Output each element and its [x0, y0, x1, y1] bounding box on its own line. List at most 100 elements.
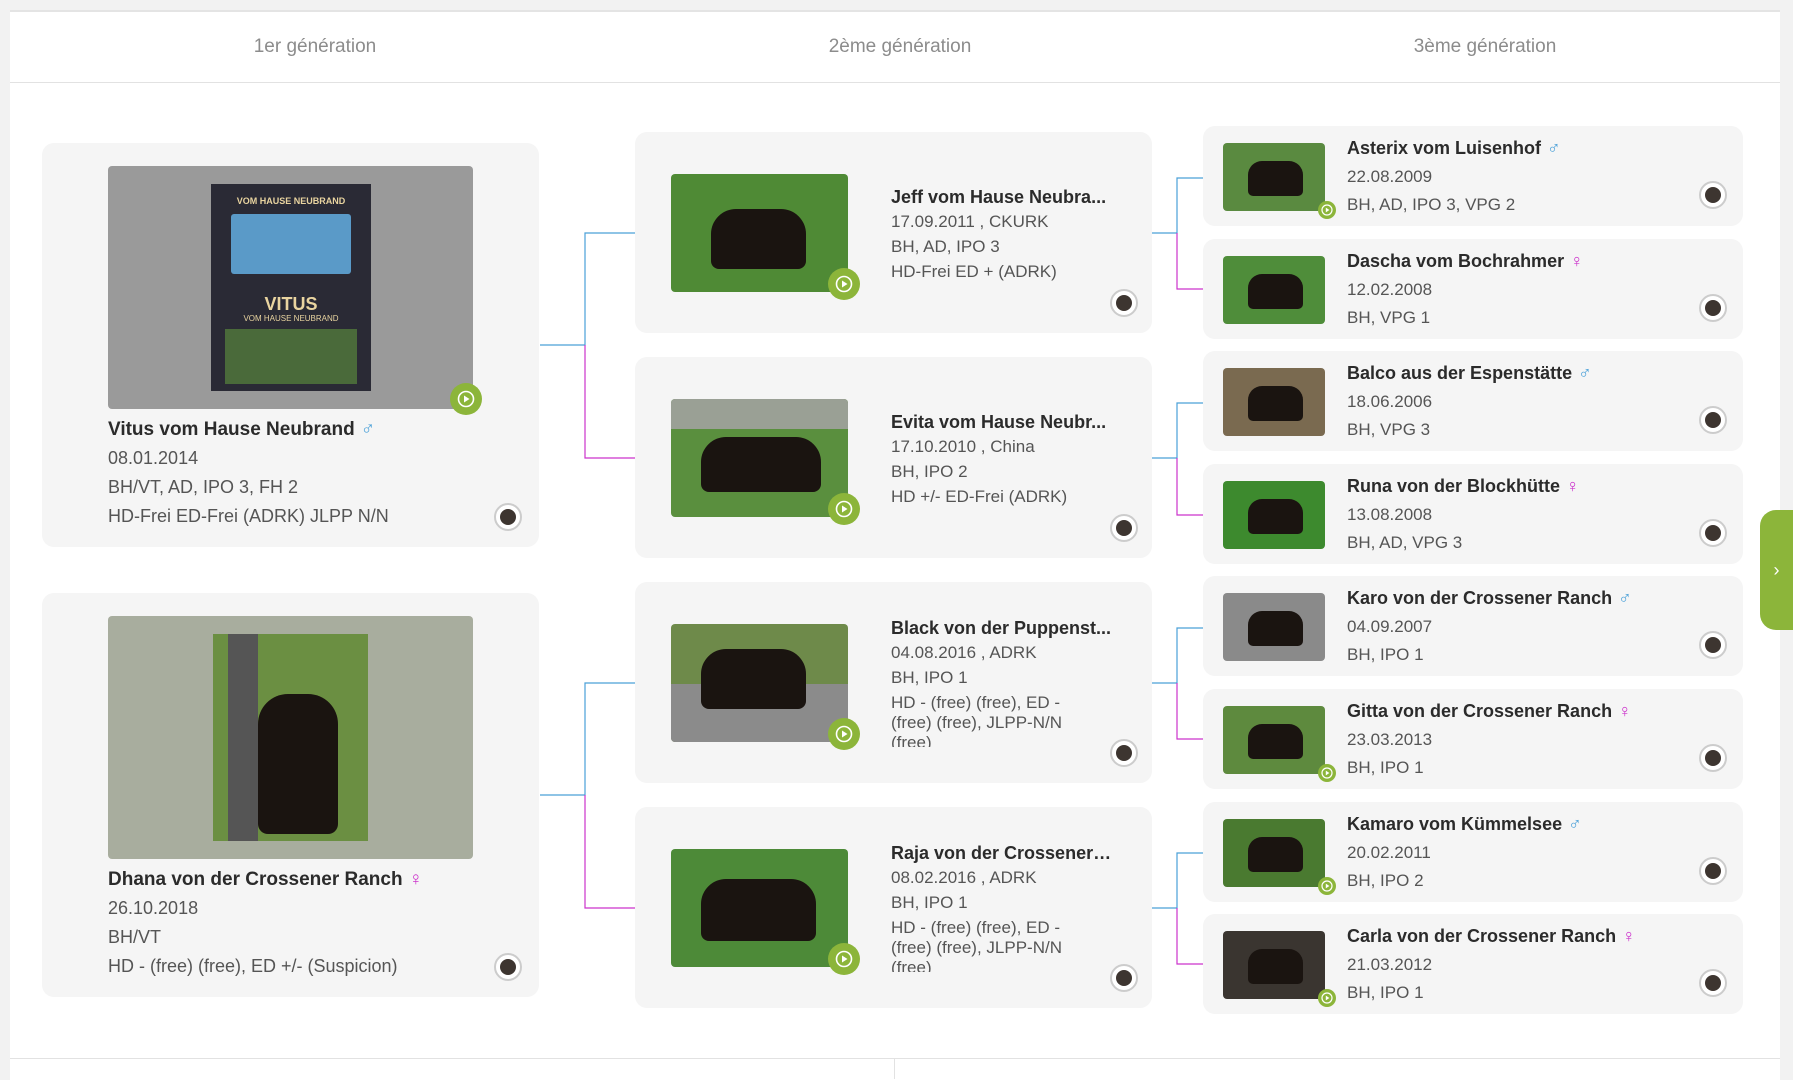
- gen2-card[interactable]: Evita vom Hause Neubr... 17.10.2010 , Ch…: [635, 357, 1152, 558]
- kennel-emblem-icon: [1699, 969, 1727, 998]
- gen3-card[interactable]: Kamaro vom Kümmelsee ♂ 20.02.2011 BH, IPO…: [1203, 801, 1743, 902]
- play-video-button[interactable]: [828, 268, 860, 300]
- dog-name[interactable]: Balco aus der Espenstätte ♂: [1347, 363, 1592, 384]
- dog-photo[interactable]: [108, 616, 473, 859]
- gen3-card[interactable]: Carla von der Crossener Ranch ♀ 21.03.201…: [1203, 914, 1743, 1015]
- kennel-emblem-icon: [1699, 744, 1727, 772]
- play-video-button[interactable]: [1318, 876, 1336, 895]
- dog-name[interactable]: Evita vom Hause Neubr...: [891, 412, 1113, 433]
- gen2-card[interactable]: Raja von der Crossener ... 08.02.2016 , …: [635, 807, 1152, 1008]
- dog-titles: BH, AD, IPO 3, VPG 2: [1347, 195, 1516, 214]
- dog-health: HD - (free) (free), ED +/- (Suspicion): [108, 956, 398, 976]
- play-video-button[interactable]: [828, 943, 860, 975]
- dog-titles: BH, IPO 1: [1347, 645, 1424, 665]
- female-icon: ♀: [1570, 250, 1584, 271]
- dog-name[interactable]: Runa von der Blockhütte ♀: [1347, 476, 1580, 497]
- dog-titles: BH, AD, VPG 3: [1347, 532, 1463, 552]
- play-video-button[interactable]: [1318, 764, 1336, 782]
- gen3-card[interactable]: Asterix vom Luisenhof ♂ 22.08.2009 BH, AD…: [1203, 126, 1743, 226]
- dog-dob: 22.08.2009: [1347, 167, 1433, 186]
- dog-name[interactable]: Dascha vom Bochrahmer ♀: [1347, 251, 1584, 272]
- dog-dob: 21.03.2012: [1347, 955, 1433, 975]
- dog-photo[interactable]: [1223, 480, 1325, 549]
- dog-photo[interactable]: [1223, 818, 1325, 887]
- female-icon: ♀: [1622, 926, 1636, 947]
- dog-name[interactable]: Gitta von der Crossener Ranch ♀: [1347, 701, 1632, 722]
- dog-photo[interactable]: [1223, 593, 1325, 662]
- male-icon: ♂: [1618, 588, 1632, 609]
- male-icon: ♂: [1568, 813, 1582, 834]
- gen2-card[interactable]: Jeff vom Hause Neubra... 17.09.2011 , CK…: [635, 132, 1152, 333]
- male-icon: ♂: [1547, 138, 1561, 158]
- play-video-button[interactable]: [450, 383, 482, 415]
- dog-dob: 12.02.2008: [1347, 279, 1433, 299]
- header-gen3: 3ème génération: [1413, 36, 1557, 57]
- kennel-emblem-icon: [1110, 289, 1138, 317]
- gen3-card[interactable]: Balco aus der Espenstätte ♂ 18.06.2006 BH…: [1203, 351, 1743, 452]
- kennel-emblem-icon: [1699, 293, 1727, 322]
- dog-photo[interactable]: [671, 399, 848, 517]
- gen2-card[interactable]: Black von der Puppenst... 04.08.2016 , A…: [635, 582, 1152, 783]
- dog-name[interactable]: Vitus vom Hause Neubrand ♂: [108, 419, 375, 441]
- play-video-button[interactable]: [1318, 201, 1336, 219]
- dog-name[interactable]: Jeff vom Hause Neubra...: [891, 187, 1113, 208]
- dog-titles: BH, VPG 3: [1347, 420, 1431, 440]
- female-icon: ♀: [1566, 475, 1580, 496]
- dog-dob: 23.03.2013: [1347, 730, 1433, 749]
- dog-titles: BH/VT, AD, IPO 3, FH 2: [108, 477, 299, 497]
- kennel-emblem-icon: [1699, 181, 1727, 209]
- male-icon: ♂: [1578, 363, 1592, 384]
- dog-titles: BH, VPG 1: [1347, 307, 1431, 327]
- dog-name[interactable]: Kamaro vom Kümmelsee ♂: [1347, 814, 1582, 835]
- kennel-emblem-icon: [1110, 739, 1138, 767]
- dog-dob: 04.09.2007: [1347, 617, 1433, 637]
- gen1-card-sire[interactable]: VOM HAUSE NEUBRAND VITUS VOM HAUSE NEUBR…: [42, 143, 539, 547]
- dog-name[interactable]: Black von der Puppenst...: [891, 618, 1113, 639]
- dog-photo[interactable]: [671, 174, 848, 292]
- expand-panel-button[interactable]: ›: [1760, 510, 1793, 630]
- chevron-right-icon: ›: [1773, 559, 1780, 580]
- dog-name[interactable]: Karo von der Crossener Ranch ♂: [1347, 588, 1632, 609]
- dog-dob: 20.02.2011: [1347, 842, 1431, 862]
- female-icon: ♀: [1618, 701, 1632, 721]
- play-video-button[interactable]: [1318, 989, 1336, 1008]
- kennel-emblem-icon: [494, 503, 522, 531]
- male-icon: ♂: [360, 419, 375, 440]
- gen3-card[interactable]: Gitta von der Crossener Ranch ♀ 23.03.201…: [1203, 689, 1743, 789]
- dog-name[interactable]: Raja von der Crossener ...: [891, 843, 1113, 864]
- kennel-emblem-icon: [1699, 406, 1727, 435]
- dog-photo[interactable]: [1223, 143, 1325, 211]
- dog-titles: BH, IPO 1: [1347, 758, 1424, 777]
- kennel-emblem-icon: [1699, 856, 1727, 885]
- gen3-card[interactable]: Runa von der Blockhütte ♀ 13.08.2008 BH, …: [1203, 463, 1743, 564]
- dog-titles: BH/VT: [108, 927, 162, 947]
- gen3-card[interactable]: Karo von der Crossener Ranch ♂ 04.09.2007…: [1203, 576, 1743, 677]
- kennel-emblem-icon: [1699, 518, 1727, 547]
- dog-photo[interactable]: [1223, 368, 1325, 437]
- dog-photo[interactable]: [671, 849, 848, 967]
- female-icon: ♀: [408, 869, 423, 890]
- kennel-emblem-icon: [1110, 514, 1138, 542]
- dog-name[interactable]: Asterix vom Luisenhof ♂: [1347, 138, 1561, 159]
- gen1-card-dam[interactable]: Dhana von der Crossener Ranch ♀ 26.10.201…: [42, 593, 539, 997]
- play-video-button[interactable]: [828, 493, 860, 525]
- dog-photo[interactable]: [1223, 255, 1325, 324]
- dog-dob: 13.08.2008: [1347, 504, 1433, 524]
- dog-photo[interactable]: [671, 624, 848, 742]
- footer-bar: [10, 1058, 1780, 1079]
- dog-photo[interactable]: VOM HAUSE NEUBRAND VITUS VOM HAUSE NEUBR…: [108, 166, 473, 409]
- dog-photo[interactable]: [1223, 931, 1325, 1000]
- play-video-button[interactable]: [828, 718, 860, 750]
- dog-name[interactable]: Carla von der Crossener Ranch ♀: [1347, 926, 1636, 947]
- header-gen1: 1er génération: [253, 36, 377, 57]
- dog-photo[interactable]: [1223, 706, 1325, 774]
- dog-dob: 26.10.2018: [108, 898, 199, 918]
- kennel-emblem-icon: [1699, 631, 1727, 660]
- header-gen2: 2ème génération: [828, 36, 972, 57]
- dog-dob: 08.01.2014: [108, 448, 199, 468]
- top-strip: [0, 0, 1793, 10]
- dog-health: HD-Frei ED-Frei (ADRK) JLPP N/N: [108, 506, 389, 526]
- gen3-card[interactable]: Dascha vom Bochrahmer ♀ 12.02.2008 BH, VP…: [1203, 238, 1743, 339]
- dog-titles: BH, IPO 2: [1347, 870, 1424, 890]
- dog-name[interactable]: Dhana von der Crossener Ranch ♀: [108, 869, 423, 891]
